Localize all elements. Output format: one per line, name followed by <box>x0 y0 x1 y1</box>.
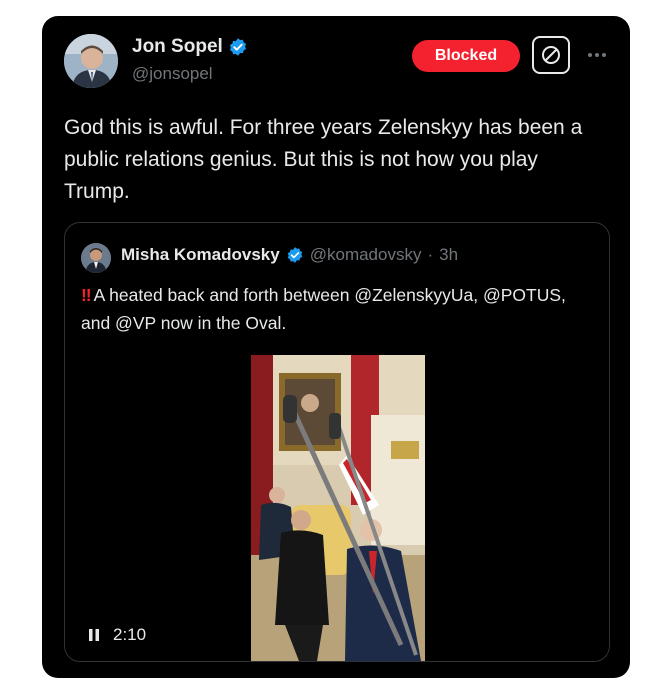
quoted-post-time[interactable]: 3h <box>439 245 458 265</box>
block-icon-button[interactable] <box>532 36 570 74</box>
post-text: God this is awful. For three years Zelen… <box>64 116 583 203</box>
quoted-post-text: A heated back and forth between @Zelensk… <box>81 285 566 333</box>
author-avatar[interactable] <box>64 34 118 88</box>
author-name[interactable]: Jon Sopel <box>132 36 223 58</box>
quoted-post[interactable]: Misha Komadovsky @komadovsky · 3h ‼ A hea… <box>64 222 610 662</box>
quoted-author-avatar[interactable] <box>81 243 111 273</box>
blocked-button[interactable]: Blocked <box>412 40 520 72</box>
author-name-row[interactable]: Jon Sopel <box>132 36 248 58</box>
block-icon <box>542 46 560 64</box>
meta-separator: · <box>427 245 434 264</box>
pause-icon[interactable] <box>87 628 101 642</box>
post-card: Jon Sopel @jonsopel Blocked God this is … <box>42 16 630 678</box>
video-player[interactable] <box>251 355 425 661</box>
quoted-author-handle[interactable]: @komadovsky <box>310 245 422 265</box>
video-duration: 2:10 <box>113 625 147 644</box>
quoted-post-text-block: ‼ A heated back and forth between @Zelens… <box>81 281 591 337</box>
avatar-image <box>64 34 118 88</box>
quoted-header: Misha Komadovsky @komadovsky · 3h <box>121 245 458 265</box>
verified-badge-icon <box>229 38 246 56</box>
double-exclamation-emoji: ‼ <box>81 285 91 305</box>
quoted-avatar-image <box>81 243 111 273</box>
author-handle[interactable]: @jonsopel <box>132 64 213 84</box>
video-frame <box>251 355 425 661</box>
quoted-author-name[interactable]: Misha Komadovsky <box>121 245 280 265</box>
quoted-verified-badge-icon <box>287 247 303 263</box>
more-icon[interactable] <box>587 42 607 63</box>
